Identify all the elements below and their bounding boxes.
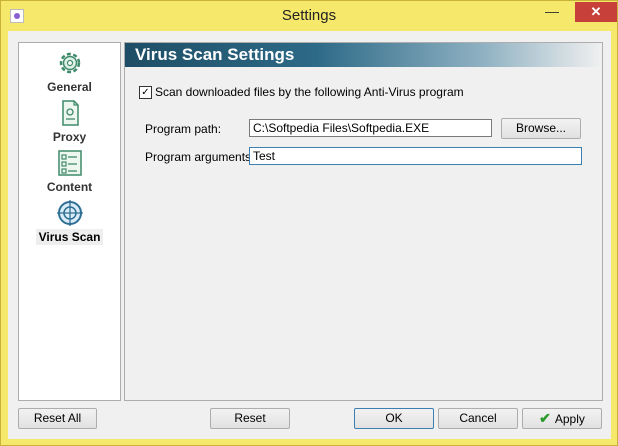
sidebar-item-label: Virus Scan <box>35 229 104 245</box>
apply-label: Apply <box>554 412 585 426</box>
checkmark-icon: ✔ <box>539 410 551 426</box>
category-sidebar: General Proxy Content Virus Scan <box>18 42 121 401</box>
apply-button[interactable]: ✔ Apply <box>522 408 602 429</box>
minimize-button[interactable]: — <box>537 2 567 22</box>
sidebar-item-general[interactable]: General <box>19 48 120 94</box>
settings-window: Settings — ✕ General Proxy Content Virus… <box>0 0 618 446</box>
sidebar-item-label: Content <box>46 180 93 194</box>
sidebar-item-content[interactable]: Content <box>19 148 120 194</box>
gear-icon <box>59 52 80 74</box>
browse-button[interactable]: Browse... <box>501 118 581 139</box>
dialog-body: General Proxy Content Virus Scan Virus S… <box>8 31 611 439</box>
sidebar-item-label: General <box>47 80 92 94</box>
document-icon <box>61 100 79 126</box>
checklist-icon <box>57 150 82 176</box>
program-arguments-label: Program arguments: <box>145 150 255 164</box>
title-bar: Settings — ✕ <box>1 1 617 31</box>
scan-downloads-label: Scan downloaded files by the following A… <box>155 85 464 99</box>
reset-all-button[interactable]: Reset All <box>18 408 97 429</box>
ok-button[interactable]: OK <box>354 408 434 429</box>
settings-panel: Virus Scan Settings ✓ Scan downloaded fi… <box>124 42 603 401</box>
scan-downloads-checkbox[interactable]: ✓ <box>139 86 152 99</box>
cancel-button[interactable]: Cancel <box>438 408 518 429</box>
sidebar-item-label: Proxy <box>52 130 87 144</box>
panel-header: Virus Scan Settings <box>125 43 602 67</box>
sidebar-item-virus-scan[interactable]: Virus Scan <box>19 198 120 245</box>
program-path-input[interactable] <box>249 119 492 137</box>
reset-button[interactable]: Reset <box>210 408 290 429</box>
close-button[interactable]: ✕ <box>575 2 617 22</box>
sidebar-item-proxy[interactable]: Proxy <box>19 98 120 144</box>
panel-title: Virus Scan Settings <box>135 45 295 64</box>
crosshair-icon <box>56 200 83 226</box>
program-arguments-input[interactable] <box>249 147 582 165</box>
program-path-label: Program path: <box>145 122 222 136</box>
window-title: Settings <box>281 7 337 24</box>
